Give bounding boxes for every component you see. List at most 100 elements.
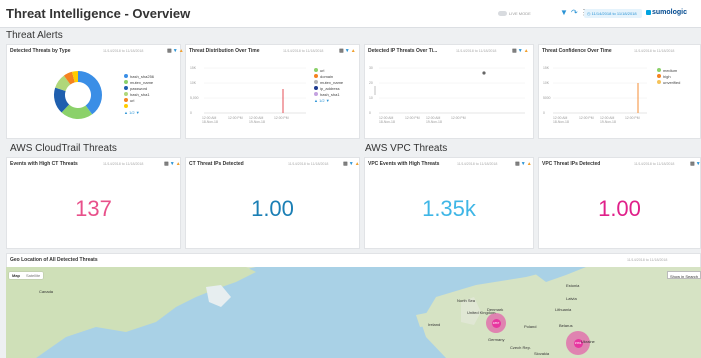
filter-icon[interactable]: ▼: [170, 161, 175, 167]
map-type-control: Map Satellite: [9, 272, 44, 279]
chart-icon[interactable]: ▩: [690, 161, 695, 167]
panel-time-range: 11/14/2018 to 11/18/2018: [288, 162, 329, 166]
legend-label: url: [130, 97, 135, 103]
x-tick: 12:00 PM: [228, 116, 243, 120]
legend-swatch: [657, 74, 661, 78]
chart-icon[interactable]: ▩: [515, 161, 520, 167]
map-tab[interactable]: Map: [9, 272, 23, 279]
legend-pager[interactable]: ▲ 1/2 ▼: [124, 109, 154, 115]
panel-events-high-ct-threats: Events with High CT Threats 11/14/2018 t…: [6, 157, 181, 249]
map-label: Canada: [39, 289, 54, 294]
legend-swatch: [314, 74, 318, 78]
live-mode-toggle[interactable]: LIVE MODE: [498, 11, 531, 16]
y-tick: 10K: [543, 81, 550, 85]
map-label: Poland: [524, 324, 537, 329]
y-tick: 10K: [190, 81, 197, 85]
filter-icon[interactable]: ▼: [521, 161, 526, 167]
map-label: Germany: [488, 337, 505, 342]
map-label: Belarus: [559, 323, 573, 328]
series-legend: medium high unverified: [657, 67, 680, 85]
filter-icon[interactable]: ▼: [696, 161, 701, 167]
legend-label: mutex_name: [320, 79, 344, 85]
legend-swatch: [657, 68, 661, 72]
big-number-value: 1.00: [251, 196, 294, 221]
legend-label: mutex_name: [130, 79, 154, 85]
world-map[interactable]: 1867 1563: [6, 267, 701, 358]
map-label: Estonia: [566, 283, 580, 288]
panel-threat-distribution-over-time: Threat Distribution Over Time 11/14/2018…: [185, 44, 360, 139]
legend-swatch: [124, 86, 128, 90]
data-point[interactable]: [482, 71, 486, 75]
y-tick: 0: [543, 111, 545, 115]
warning-icon[interactable]: ▲: [176, 161, 181, 167]
section-threat-alerts: Threat Alerts: [6, 30, 63, 41]
panel-time-range: 11/14/2018 to 11/18/2018: [103, 162, 144, 166]
y-tick: 0: [369, 111, 371, 115]
y-tick: 5,000: [190, 96, 199, 100]
chart-icon[interactable]: ▩: [164, 161, 169, 167]
section-cloudtrail: AWS CloudTrail Threats: [10, 143, 117, 154]
legend-swatch: [124, 98, 128, 102]
threat-cluster-marker[interactable]: 1867: [486, 313, 506, 333]
y-tick: 5000: [543, 96, 551, 100]
big-number-value: 137: [75, 196, 112, 221]
map-label: Ukraine: [581, 339, 595, 344]
y-tick: 0: [190, 111, 192, 115]
panel-title[interactable]: Geo Location of All Detected Threats: [10, 257, 98, 263]
map-label: Denmark: [487, 307, 504, 312]
warning-icon[interactable]: ▲: [527, 161, 532, 167]
y-tick: 15K: [543, 66, 550, 70]
warning-icon[interactable]: ▲: [355, 161, 360, 167]
panel-title[interactable]: VPC Threat IPs Detected: [542, 161, 600, 167]
panel-title[interactable]: CT Threat IPs Detected: [189, 161, 244, 167]
series-legend: url domain mutex_name ip_address hash_sha1 ▲ …: [314, 67, 343, 103]
legend-label: hash_sha1: [320, 91, 340, 97]
legend-item[interactable]: unverified: [657, 79, 680, 85]
warning-icon[interactable]: ▲: [179, 48, 184, 54]
panel-title[interactable]: Events with High CT Threats: [10, 161, 78, 167]
x-tick: 12:00 AM 18-Nov-18: [202, 116, 218, 124]
sumologic-logo: sumologic: [646, 9, 687, 16]
panel-detected-ip-threats-over-time: Detected IP Threats Over Ti... 11/14/201…: [364, 44, 534, 139]
filter-icon[interactable]: ▼: [173, 48, 178, 54]
satellite-tab[interactable]: Satellite: [23, 272, 43, 279]
panel-title[interactable]: VPC Events with High Threats: [368, 161, 439, 167]
x-tick: 12:00 PM: [274, 116, 289, 120]
y-tick: 10: [369, 96, 373, 100]
time-range-picker[interactable]: ◷ 11/14/2018 to 11/18/2018: [584, 9, 642, 18]
filter-icon[interactable]: ▼: [349, 161, 354, 167]
donut-chart: [54, 71, 102, 119]
chart-icon[interactable]: ▩: [167, 48, 172, 54]
panel-title[interactable]: Detected Threats by Type: [10, 48, 70, 54]
map-land: [6, 267, 701, 358]
map-label: Czech Rep.: [510, 345, 531, 350]
panel-threat-confidence-over-time: Threat Confidence Over Time 11/14/2018 t…: [538, 44, 701, 139]
map-label: Latvia: [566, 296, 577, 301]
section-vpc: AWS VPC Threats: [365, 143, 448, 154]
filter-icon[interactable]: ▼: [560, 8, 568, 18]
panel-time-range: 11/14/2018 to 11/18/2018: [634, 162, 675, 166]
legend-label: high: [663, 73, 671, 79]
panel-detected-threats-by-type: Detected Threats by Type 11/14/2018 to 1…: [6, 44, 184, 139]
legend-label: url: [320, 67, 325, 73]
map-label: North Sea: [457, 298, 476, 303]
y-tick: 20: [369, 81, 373, 85]
chart-icon[interactable]: ▩: [343, 161, 348, 167]
legend-pager[interactable]: ▲ 1/2 ▼: [314, 97, 343, 103]
big-number-value: 1.00: [598, 196, 641, 221]
x-tick: 12:00 PM: [579, 116, 594, 120]
x-tick: 12:00 AM 19-Nov-18: [600, 116, 616, 124]
panel-time-range: 11/14/2018 to 11/18/2018: [457, 162, 498, 166]
line-chart-area: [374, 67, 525, 114]
big-number-value: 1.35k: [422, 196, 476, 221]
donut-legend: hash_sha256 mutex_name password hash_sha1 ur…: [124, 73, 154, 115]
toggle-switch[interactable]: [498, 11, 507, 16]
x-tick: 12:00 PM: [451, 116, 466, 120]
line-chart-area: [553, 67, 647, 114]
map-label: Slovakia: [534, 351, 550, 356]
legend-label: ip_address: [320, 85, 340, 91]
share-icon[interactable]: ↷: [571, 8, 578, 18]
show-in-search-button[interactable]: Show in Search: [667, 271, 701, 279]
legend-label: unverified: [663, 79, 681, 85]
legend-label: hash_sha1: [130, 91, 150, 97]
